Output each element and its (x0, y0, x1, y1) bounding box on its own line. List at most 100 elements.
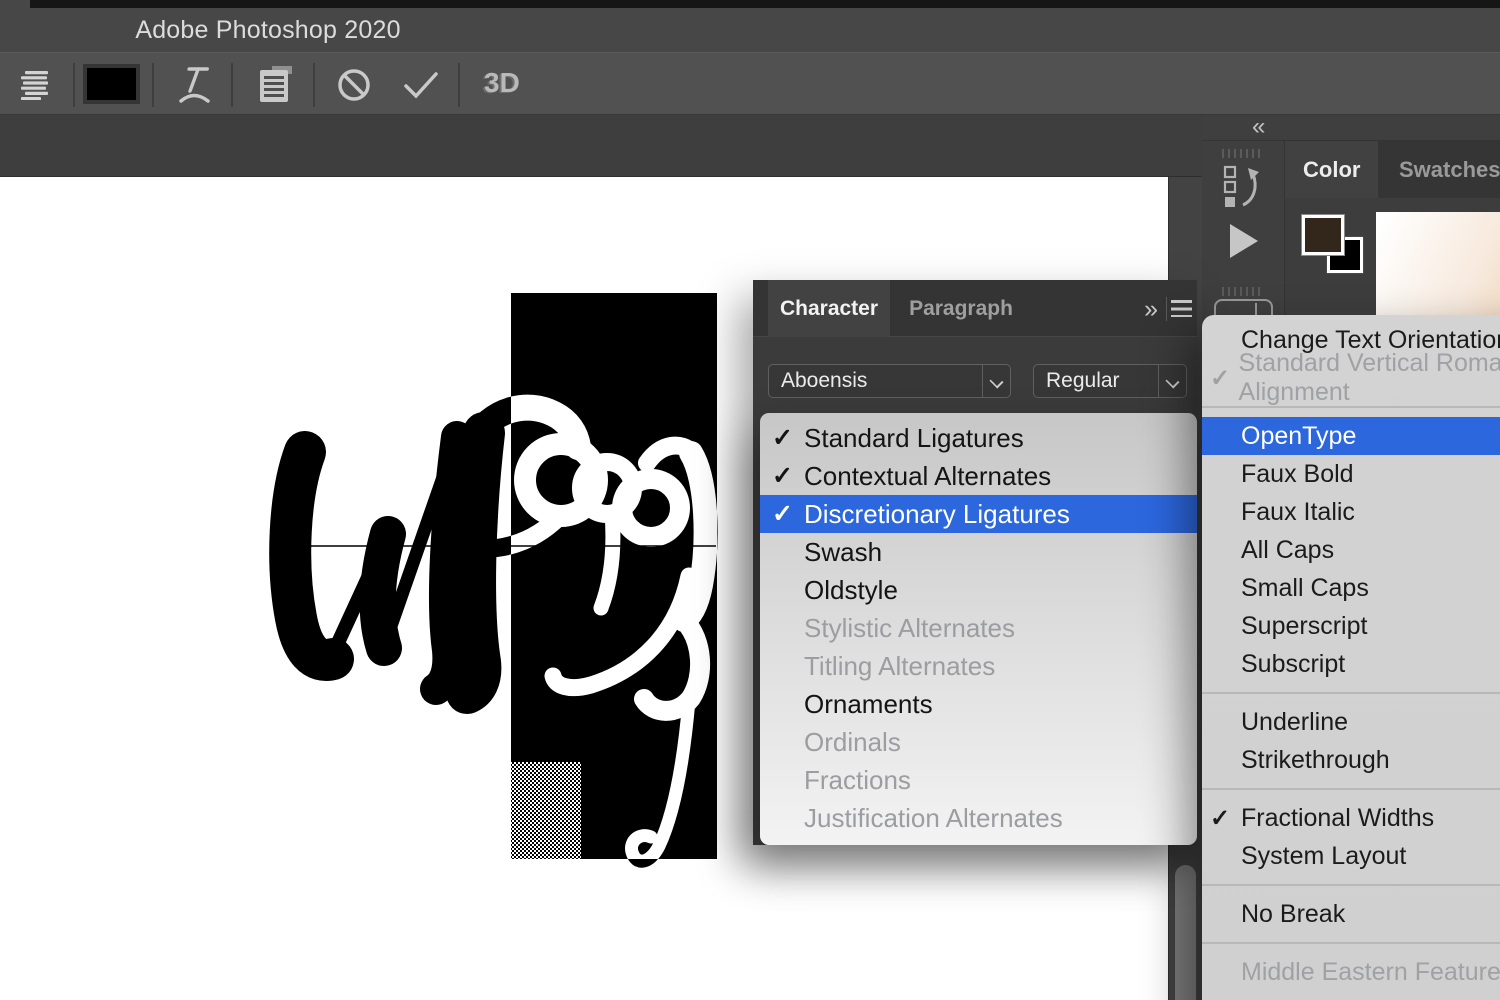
menu-item-label: Fractional Widths (1241, 804, 1434, 833)
menu-item-label: Titling Alternates (804, 651, 995, 682)
panel-grip[interactable] (1222, 287, 1264, 296)
menu-item-label: Standard Ligatures (804, 423, 1024, 454)
type-tool-options-bar: 3D (0, 52, 1500, 116)
dither-patch (511, 762, 581, 859)
text-color-swatch[interactable] (83, 64, 140, 104)
opentype-menu-item[interactable]: Oldstyle (760, 571, 1197, 609)
toolbar-divider (152, 63, 154, 107)
flyout-menu-item[interactable]: Middle Eastern Features (1202, 953, 1500, 991)
menu-item-label: Underline (1241, 708, 1348, 737)
flyout-menu-item[interactable]: ✓ Standard Vertical Roman Alignment (1202, 359, 1500, 397)
history-snapshot-icon[interactable] (1223, 165, 1263, 211)
flyout-menu-item (1202, 884, 1500, 886)
menu-item-label: No Break (1241, 900, 1345, 929)
tab-character[interactable]: Character (768, 280, 890, 337)
flyout-menu-item (1202, 692, 1500, 694)
panel-grip[interactable] (1222, 149, 1264, 158)
header-divider (1166, 297, 1167, 321)
opentype-menu-item[interactable]: Titling Alternates (760, 647, 1197, 685)
opentype-menu-item[interactable]: Ordinals (760, 723, 1197, 761)
flyout-menu-item[interactable]: All Caps (1202, 531, 1500, 569)
flyout-menu-item[interactable]: Underline (1202, 703, 1500, 741)
menu-item-label: Faux Bold (1241, 460, 1354, 489)
document-scrollbar-thumb[interactable] (1175, 865, 1196, 1000)
panel-menu-icon[interactable] (1171, 300, 1192, 317)
toolbar-divider (231, 63, 233, 107)
menu-item-label: Middle Eastern Features (1241, 958, 1500, 987)
check-icon: ✓ (772, 499, 804, 529)
window-title: Adobe Photoshop 2020 (0, 8, 536, 52)
panel-collapse-icon[interactable]: » (1144, 295, 1155, 324)
menu-item-label: Strikethrough (1241, 746, 1390, 775)
check-icon: ✓ (1210, 804, 1241, 833)
opentype-menu-item[interactable]: ✓ Discretionary Ligatures (760, 495, 1197, 533)
document-tab-bar (0, 115, 1202, 177)
flyout-menu-item[interactable]: Faux Bold (1202, 455, 1500, 493)
collapse-panels-icon[interactable]: « (1252, 113, 1263, 141)
opentype-menu-item[interactable]: Swash (760, 533, 1197, 571)
opentype-features-menu: ✓ Standard Ligatures ✓ Contextual Altern… (760, 413, 1197, 845)
flyout-menu-item (1202, 788, 1500, 790)
window-top-edge (0, 0, 1500, 8)
panel-dock-header: « (1202, 115, 1500, 141)
font-style-field[interactable]: Regular (1033, 364, 1187, 398)
toolbar-divider (313, 63, 315, 107)
flyout-menu-item[interactable]: ✓ Fractional Widths (1202, 799, 1500, 837)
opentype-menu-item[interactable]: Ornaments (760, 685, 1197, 723)
flyout-menu-item[interactable]: System Layout (1202, 837, 1500, 875)
tab-paragraph[interactable]: Paragraph (890, 280, 1032, 337)
menu-item-label: Discretionary Ligatures (804, 499, 1070, 530)
menu-item-label: Swash (804, 537, 882, 568)
toolbar-divider (73, 63, 75, 107)
flyout-menu-item[interactable]: Small Caps (1202, 569, 1500, 607)
3d-icon[interactable]: 3D (484, 67, 520, 99)
tab-swatches[interactable]: Swatches (1381, 141, 1500, 198)
flyout-menu-item[interactable]: Strikethrough (1202, 741, 1500, 779)
font-family-field[interactable]: Aboensis (768, 364, 1011, 398)
font-family-value: Aboensis (769, 369, 982, 393)
opentype-menu-item[interactable]: Fractions (760, 761, 1197, 799)
menu-item-label: Justification Alternates (804, 803, 1063, 834)
font-style-value: Regular (1034, 369, 1158, 393)
menu-item-label: System Layout (1241, 842, 1406, 871)
menu-item-label: All Caps (1241, 536, 1334, 565)
warp-text-icon[interactable] (177, 63, 213, 107)
color-panel-tab-bar: Color Swatches (1285, 141, 1500, 198)
title-bar: Adobe Photoshop 2020 (0, 8, 1500, 52)
opentype-menu-item[interactable]: ✓ Standard Ligatures (760, 419, 1197, 457)
opentype-menu-item[interactable]: Justification Alternates (760, 799, 1197, 837)
flyout-menu-item (1202, 942, 1500, 944)
tab-color[interactable]: Color (1285, 141, 1378, 198)
flyout-menu-item[interactable]: Superscript (1202, 607, 1500, 645)
paragraph-align-icon[interactable] (20, 70, 50, 100)
flyout-menu-item[interactable]: Subscript (1202, 645, 1500, 683)
play-action-icon[interactable] (1229, 223, 1259, 259)
menu-item-label: Stylistic Alternates (804, 613, 1015, 644)
opentype-menu-item[interactable]: ✓ Contextual Alternates (760, 457, 1197, 495)
chevron-down-icon[interactable] (1158, 365, 1186, 397)
check-icon: ✓ (1210, 364, 1239, 393)
baseline-anchor-handle (279, 541, 288, 550)
menu-item-label: OpenType (1241, 422, 1356, 451)
foreground-color-swatch[interactable] (1302, 215, 1344, 255)
check-icon: ✓ (772, 423, 804, 453)
toggle-panels-icon[interactable] (257, 65, 295, 105)
opentype-menu-item[interactable]: Stylistic Alternates (760, 609, 1197, 647)
check-icon: ✓ (772, 461, 804, 491)
cancel-edits-icon[interactable] (336, 67, 372, 103)
menu-item-label: Oldstyle (804, 575, 898, 606)
character-panel-flyout-menu: Change Text Orientation ✓ Standard Verti… (1202, 315, 1500, 1000)
menu-item-label: Ordinals (804, 727, 901, 758)
commit-edits-icon[interactable] (403, 71, 439, 99)
chevron-down-icon[interactable] (982, 365, 1010, 397)
flyout-menu-item[interactable]: No Break (1202, 895, 1500, 933)
flyout-menu-item[interactable]: OpenType (1202, 417, 1500, 455)
flyout-menu-item[interactable]: Faux Italic (1202, 493, 1500, 531)
menu-item-label: Superscript (1241, 612, 1367, 641)
menu-item-label: Subscript (1241, 650, 1345, 679)
menu-item-label: Faux Italic (1241, 498, 1355, 527)
menu-item-label: Standard Vertical Roman Alignment (1239, 349, 1500, 407)
menu-item-label: Small Caps (1241, 574, 1369, 603)
menu-item-label: Ornaments (804, 689, 933, 720)
menu-item-label: Fractions (804, 765, 911, 796)
